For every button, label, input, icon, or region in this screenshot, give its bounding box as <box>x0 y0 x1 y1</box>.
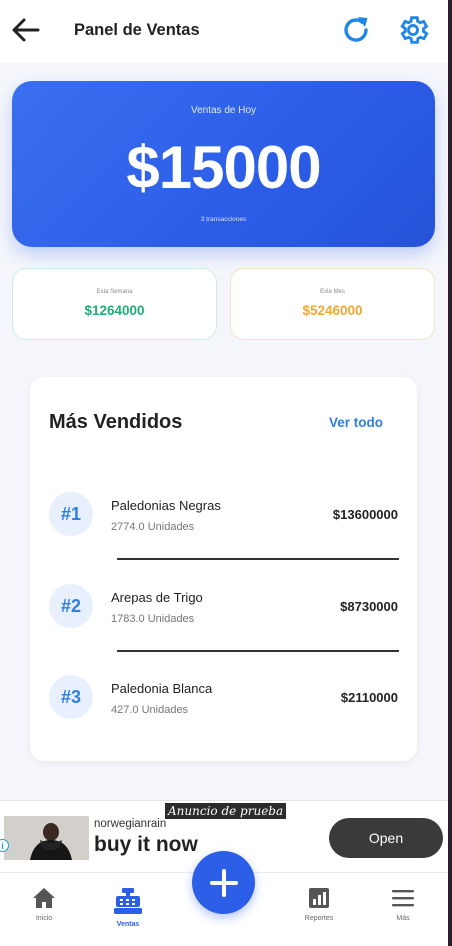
top-sellers-title: Más Vendidos <box>49 411 183 433</box>
ad-image[interactable] <box>4 816 89 860</box>
week-sales-label: Esta Semana <box>96 289 133 295</box>
product-amount: $8730000 <box>340 599 398 614</box>
list-item[interactable]: #3 Paledonia Blanca 427.0 Unidades $2110… <box>30 675 417 765</box>
rank-badge: #2 <box>49 584 93 628</box>
product-amount: $13600000 <box>332 507 398 522</box>
refresh-icon[interactable] <box>340 14 372 46</box>
settings-gear-icon[interactable] <box>396 13 430 47</box>
divider <box>117 558 399 560</box>
nav-item-ventas[interactable]: Ventas <box>98 887 158 928</box>
see-all-link[interactable]: Ver todo <box>329 415 383 430</box>
week-sales-card: Esta Semana $1264000 <box>12 268 217 340</box>
product-units: 427.0 Unidades <box>111 704 189 716</box>
add-sale-button[interactable] <box>192 851 255 914</box>
nav-label: Reportes <box>304 915 334 922</box>
cash-register-icon <box>114 888 142 914</box>
nav-item-mas[interactable]: Más <box>373 887 433 922</box>
ad-headline: buy it now <box>94 833 198 856</box>
today-sales-label: Ventas de Hoy <box>190 105 257 116</box>
today-sales-card: Ventas de Hoy $15000 3 transacciones <box>12 81 435 247</box>
product-name: Paledonia Blanca <box>111 681 213 696</box>
today-transactions: 3 transacciones <box>200 216 247 223</box>
month-sales-card: Este Mes $5246000 <box>230 268 435 340</box>
product-units: 2774.0 Unidades <box>111 521 195 533</box>
list-item[interactable]: #2 Arepas de Trigo 1783.0 Unidades $8730… <box>30 584 417 674</box>
ad-brand: norwegianrain <box>94 818 167 830</box>
ad-test-tag: Anuncio de prueba <box>165 803 287 819</box>
top-sellers-card: Más Vendidos Ver todo #1 Paledonias Negr… <box>30 377 417 761</box>
product-name: Arepas de Trigo <box>111 590 203 605</box>
product-name: Paledonias Negras <box>111 498 221 513</box>
product-amount: $2110000 <box>340 690 398 705</box>
screen-edge <box>448 0 452 946</box>
rank-badge: #1 <box>49 492 93 536</box>
nav-item-inicio[interactable]: Inicio <box>14 887 74 922</box>
back-arrow-icon[interactable] <box>10 14 42 46</box>
nav-item-reportes[interactable]: Reportes <box>289 887 349 922</box>
product-units: 1783.0 Unidades <box>111 613 195 625</box>
divider <box>117 650 399 652</box>
rank-badge: #3 <box>49 675 93 719</box>
month-sales-value: $5246000 <box>302 303 363 318</box>
week-sales-value: $1264000 <box>84 303 145 318</box>
nav-label: Más <box>396 915 410 922</box>
month-sales-label: Este Mes <box>319 289 345 295</box>
nav-label: Ventas <box>116 921 140 928</box>
plus-icon <box>209 868 238 897</box>
home-icon <box>33 888 55 908</box>
today-sales-value: $15000 <box>126 134 321 201</box>
chart-icon <box>309 888 329 908</box>
list-item[interactable]: #1 Paledonias Negras 2774.0 Unidades $13… <box>30 492 417 582</box>
page-title: Panel de Ventas <box>74 21 200 39</box>
app-bar: Panel de Ventas <box>0 0 448 63</box>
nav-label: Inicio <box>35 915 53 922</box>
ad-open-button[interactable]: Open <box>329 818 443 858</box>
menu-icon <box>392 890 414 907</box>
